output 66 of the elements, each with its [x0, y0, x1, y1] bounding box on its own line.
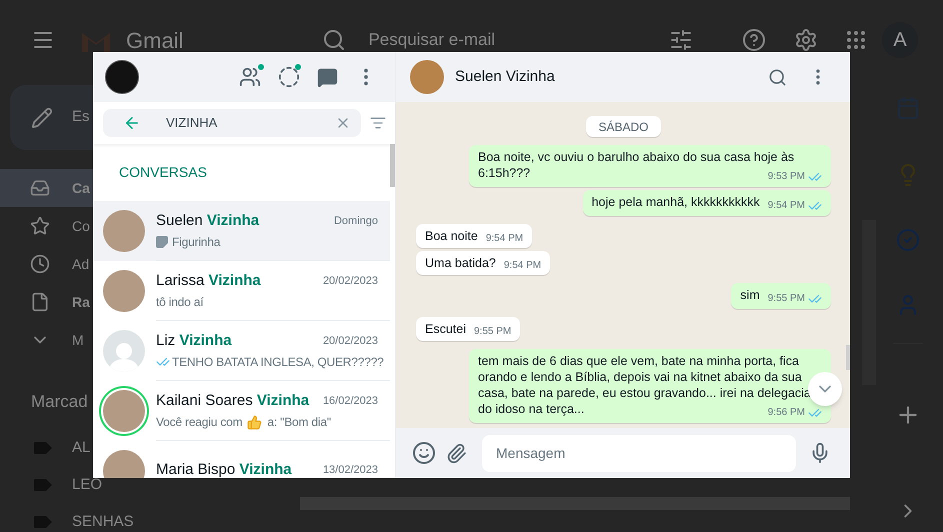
scrollbar[interactable] [390, 144, 395, 187]
nav-item[interactable]: Ca [0, 169, 93, 207]
contact-name: Suelen Vizinha [455, 66, 555, 87]
contact-name: Larissa Vizinha [156, 270, 261, 291]
nav-item[interactable]: Ra [0, 283, 93, 321]
sent-message: hoje pela manhã, kkkkkkkkkkk 9:54 PM [582, 190, 831, 216]
received-message: Escutei 9:55 PM [416, 317, 520, 341]
emoji-icon[interactable] [412, 441, 436, 465]
inbox-icon [30, 178, 50, 198]
contact-name: Kailani Soares Vizinha [156, 390, 310, 411]
pencil-icon [31, 106, 53, 128]
chat-date: 16/02/2023 [322, 394, 378, 409]
paperclip-icon[interactable] [446, 442, 467, 464]
chat-date: 13/02/2023 [322, 463, 378, 478]
nav-item[interactable]: Ad [0, 245, 93, 283]
received-message: Boa noite 9:54 PM [416, 224, 532, 248]
filter-icon[interactable] [370, 115, 386, 131]
document-icon [30, 292, 50, 312]
label-item[interactable]: LEO [72, 476, 102, 494]
contact-name: Maria Bispo Vizinha [156, 460, 292, 478]
app-title: Gmail [126, 26, 184, 54]
help-icon[interactable] [742, 28, 766, 52]
apps-grid-icon[interactable] [844, 28, 868, 52]
message-preview: Figurinha [172, 234, 220, 252]
label-item[interactable]: SENHAS [72, 512, 134, 530]
section-heading: Marcad [30, 391, 89, 413]
search-icon[interactable] [322, 28, 346, 52]
star-icon [30, 216, 50, 236]
person-silhouette-icon [107, 342, 141, 372]
label-item[interactable]: AL [72, 438, 90, 456]
contact-name: Suelen Vizinha [156, 210, 260, 231]
profile-photo[interactable] [105, 60, 139, 94]
thumbs-up-icon [247, 414, 262, 430]
received-message: Uma batida? 9:54 PM [416, 251, 550, 275]
settings-icon[interactable] [794, 28, 818, 52]
check-circle-icon[interactable] [896, 228, 920, 252]
nav-item[interactable]: M [0, 321, 93, 359]
date-divider: SÁBADO [586, 116, 660, 137]
sent-message: tem mais de 6 dias que ele vem, bate na minha porta, fica orando e lendo a Bíblia, depois vai na kitnet abaixo da sua casa, bate na parede, eu estou gravando... irei na delegacia do idoso na terça... 9:56 PM [469, 349, 831, 423]
chat-date: Domingo [334, 214, 378, 229]
chat-date: 20/02/2023 [322, 334, 378, 349]
sent-message: Boa noite, vc ouviu o barulho abaixo do sua casa hoje às 6:15h??? 9:53 PM [469, 145, 831, 187]
message-preview: tô indo aí [156, 294, 204, 312]
new-chat-icon[interactable] [317, 66, 338, 88]
section-title: CONVERSAS [119, 163, 207, 182]
clock-icon [30, 254, 50, 274]
message-preview: a: "Bom dia" [267, 414, 331, 432]
compose-button[interactable]: Es [10, 85, 93, 150]
sticker-icon [156, 236, 168, 248]
contact-photo[interactable] [410, 60, 444, 94]
contact-name: Liz Vizinha [156, 330, 232, 351]
search-icon[interactable] [768, 68, 787, 86]
search-field[interactable]: VIZINHA [103, 109, 361, 137]
message-preview: TENHO BATATA INGLESA, QUER????? [172, 354, 384, 372]
chat-date: 20/02/2023 [322, 274, 378, 289]
nav-item[interactable]: Co [0, 207, 93, 245]
search-placeholder[interactable]: Pesquisar e-mail [368, 27, 496, 53]
community-icon[interactable] [239, 66, 261, 88]
account-avatar[interactable]: A [882, 22, 918, 58]
sent-message: sim 9:55 PM [731, 283, 831, 309]
scrollbar[interactable] [846, 345, 850, 370]
filter-sliders-icon[interactable] [669, 28, 693, 52]
message-input[interactable]: Mensagem [482, 434, 796, 472]
chat-row[interactable]: Suelen Vizinha Domingo Figurinha [93, 201, 390, 261]
message-preview: Você reagiu com [156, 414, 242, 432]
status-icon[interactable] [278, 66, 300, 88]
